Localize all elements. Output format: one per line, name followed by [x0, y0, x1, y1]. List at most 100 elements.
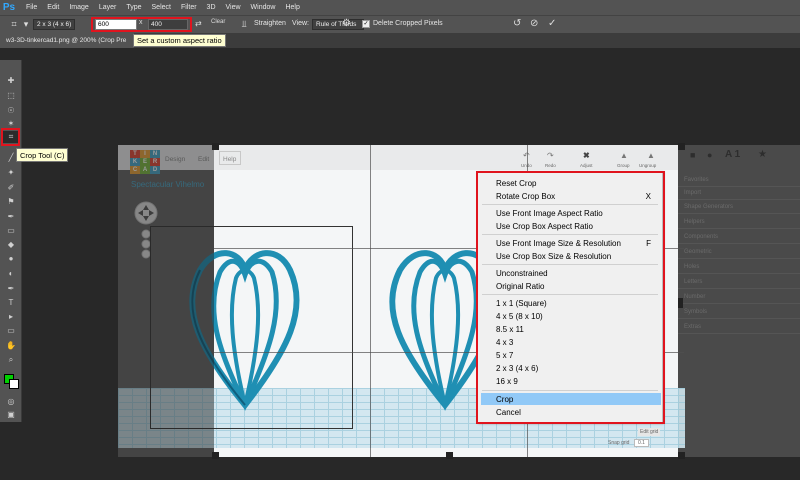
commit-crop-icon[interactable]: ✓ [548, 18, 556, 29]
group-label: Group [617, 163, 630, 168]
ratio-times-label: x [139, 19, 143, 26]
panel-item: Geometric [684, 249, 712, 255]
swap-dimensions-icon[interactable]: ⇄ [195, 19, 202, 28]
panel-item: Import [684, 190, 702, 196]
menu-bar: Ps File Edit Image Layer Type Select Fil… [0, 0, 800, 15]
clone-stamp-tool-icon[interactable]: ⚑ [3, 195, 19, 207]
adjust-icon: ✖ [583, 151, 590, 160]
straighten-icon[interactable]: ⫫ [238, 19, 250, 30]
menu-file[interactable]: File [26, 4, 37, 11]
context-menu-highlight [476, 171, 665, 424]
menu-filter[interactable]: Filter [181, 4, 197, 11]
clear-button[interactable]: Clear [211, 19, 225, 25]
snap-grid-select: 0.1 [634, 439, 649, 447]
delete-cropped-label[interactable]: Delete Cropped Pixels [373, 20, 443, 27]
panel-item: Helpers [684, 219, 705, 225]
ungroup-icon: ▲ [647, 151, 655, 160]
brush-tool-icon[interactable]: ✐ [3, 181, 19, 193]
panel-item: Holes [684, 264, 700, 270]
ratio-height-input[interactable]: 400 [148, 19, 188, 30]
tinkercad-menu-help: Help [223, 156, 237, 163]
crop-handle-bottom[interactable] [446, 452, 453, 459]
dodge-tool-icon[interactable]: ◐ [3, 267, 19, 279]
crop-handle-right[interactable] [678, 298, 683, 308]
panel-item: Letters [684, 279, 703, 285]
view-label: View: [292, 20, 309, 27]
pen-tool-icon[interactable]: ✒ [3, 282, 19, 294]
crop-tool-tooltip: Crop Tool (C) [16, 148, 69, 162]
path-selection-tool-icon[interactable]: ▸ [3, 310, 19, 322]
snap-grid-label: Snap grid [608, 440, 630, 446]
cube-icon: ■ [690, 150, 696, 160]
delete-cropped-checkbox[interactable]: ✓ [362, 20, 370, 28]
sphere-icon: ● [707, 150, 713, 160]
menu-layer[interactable]: Layer [99, 4, 117, 11]
panel-divider [678, 228, 800, 229]
crop-handle-top-right[interactable] [678, 143, 685, 150]
panel-divider [678, 243, 800, 244]
panel-divider [678, 199, 800, 200]
ungroup-label: Ungroup [639, 163, 657, 168]
panel-item: Number [684, 294, 706, 300]
menu-type[interactable]: Type [126, 4, 141, 11]
quick-mask-icon[interactable]: ◎ [3, 395, 19, 407]
panel-item: Shape Generators [684, 204, 734, 210]
star-icon: ★ [758, 149, 767, 160]
preset-dropdown-arrow-icon[interactable]: ▾ [22, 18, 30, 32]
thirds-guide-vertical [370, 145, 371, 457]
eraser-tool-icon[interactable]: ▭ [3, 224, 19, 236]
adjust-label: Adjust [580, 163, 593, 168]
rectangle-tool-icon[interactable]: ▭ [3, 324, 19, 336]
crop-handle-bottom-right[interactable] [678, 452, 685, 459]
photoshop-logo: Ps [2, 2, 16, 13]
panel-divider [678, 186, 800, 187]
menu-image[interactable]: Image [69, 4, 88, 11]
crop-handle-bottom-left[interactable] [212, 452, 219, 459]
screen-mode-icon[interactable]: ▣ [3, 408, 19, 420]
aspect-ratio-tooltip: Set a custom aspect ratio [133, 34, 226, 47]
panel-item: Extras [684, 324, 702, 330]
reset-icon[interactable]: ↺ [513, 18, 521, 29]
redo-icon: ↷ [547, 151, 554, 160]
marquee-tool-icon[interactable]: ⬚ [3, 89, 19, 101]
zoom-tool-icon[interactable]: ⌕ [3, 354, 19, 366]
panel-divider [678, 333, 800, 334]
photoshop-window: Ps File Edit Image Layer Type Select Fil… [0, 0, 800, 480]
menu-window[interactable]: Window [251, 4, 276, 11]
panel-divider [678, 213, 800, 214]
menu-select[interactable]: Select [152, 4, 171, 11]
lasso-tool-icon[interactable]: ☉ [3, 104, 19, 116]
panel-divider [678, 258, 800, 259]
aspect-preset-select[interactable]: 2 x 3 (4 x 6) [33, 19, 76, 30]
background-color-swatch[interactable] [9, 379, 19, 389]
crop-tool-preset-icon[interactable]: ⌗ [6, 18, 22, 32]
panel-divider [678, 303, 800, 304]
healing-brush-tool-icon[interactable]: ✦ [3, 166, 19, 178]
panel-divider [678, 318, 800, 319]
document-tab[interactable]: w3-3D-tinkercad1.png @ 200% (Crop Pre [0, 33, 134, 48]
move-tool-icon[interactable]: ✚ [3, 74, 19, 86]
group-icon: ▲ [620, 151, 628, 160]
type-tool-icon[interactable]: T [3, 296, 19, 308]
history-brush-tool-icon[interactable]: ✒ [3, 210, 19, 222]
menu-3d[interactable]: 3D [207, 4, 216, 11]
panel-divider [678, 273, 800, 274]
hand-tool-icon[interactable]: ✋ [3, 339, 19, 351]
cropped-area-shade [118, 145, 214, 457]
edit-grid-button: Edit grid [638, 428, 661, 436]
overlay-settings-gear-icon[interactable]: ⚙ [342, 18, 351, 29]
menu-edit[interactable]: Edit [47, 4, 59, 11]
panel-letters-label: A 1 [725, 149, 741, 160]
overlay-view-select[interactable]: Rule of Thirds [312, 19, 364, 30]
cancel-crop-icon[interactable]: ⊘ [530, 18, 538, 29]
panel-item: Symbols [684, 309, 708, 315]
panel-item: Favorites [684, 177, 709, 183]
paint-bucket-tool-icon[interactable]: ◆ [3, 238, 19, 250]
crop-tool-highlight [1, 128, 20, 146]
straighten-label[interactable]: Straighten [254, 20, 286, 27]
blur-tool-icon[interactable]: ● [3, 252, 19, 264]
ratio-width-input[interactable]: 600 [95, 19, 137, 30]
crop-handle-top-left[interactable] [212, 143, 219, 150]
menu-view[interactable]: View [226, 4, 241, 11]
menu-help[interactable]: Help [285, 4, 299, 11]
